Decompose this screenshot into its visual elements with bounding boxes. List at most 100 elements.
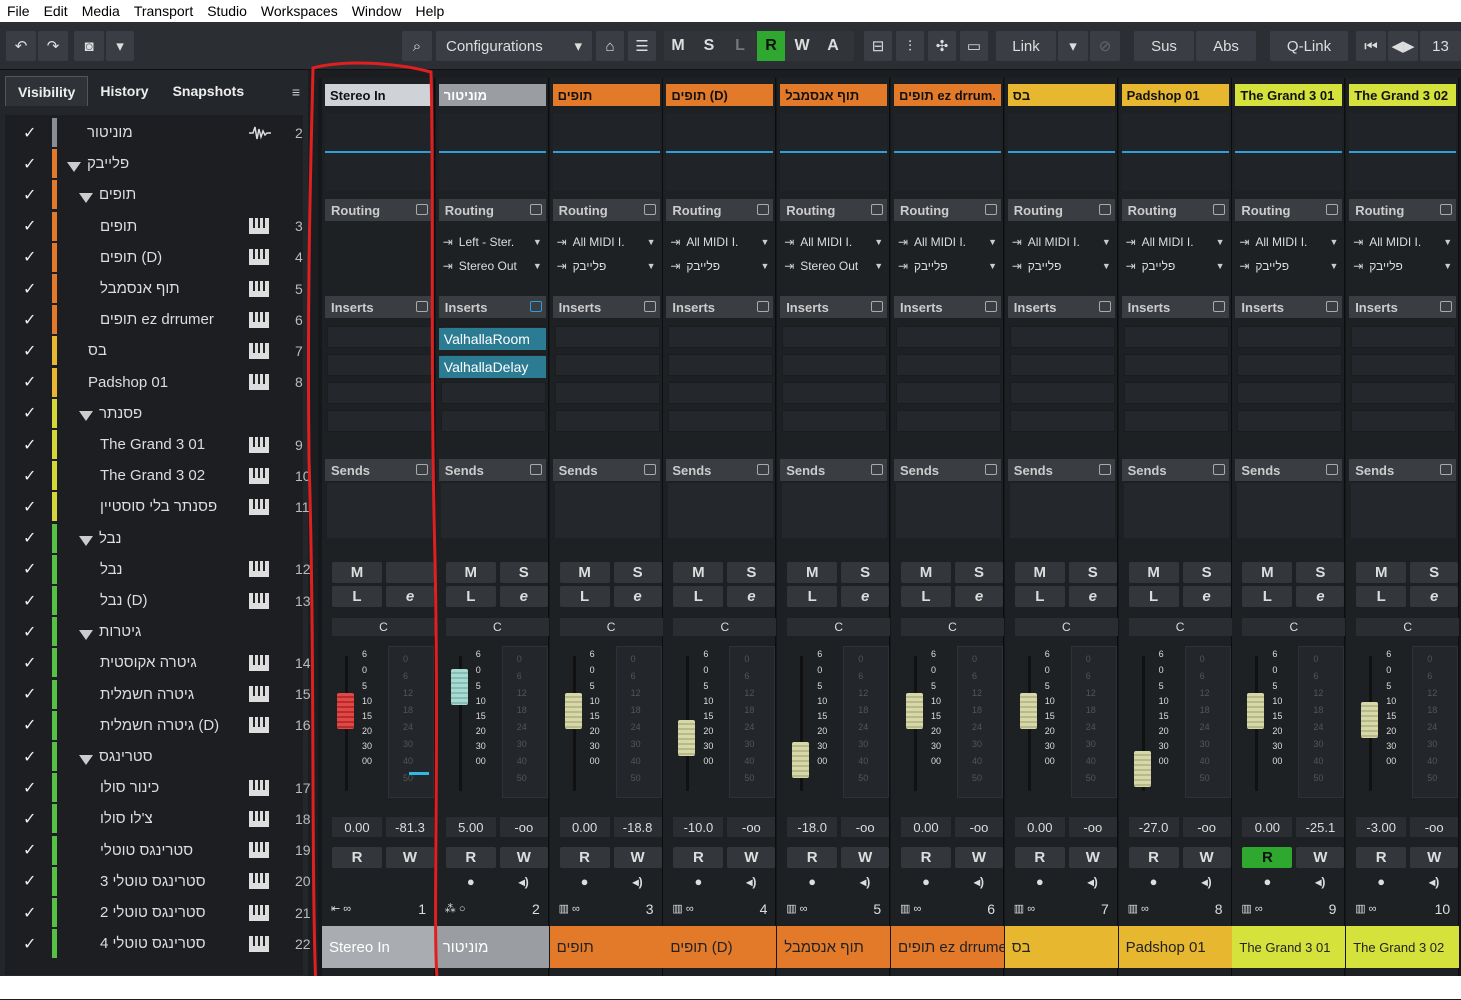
mode-s-button[interactable]: S bbox=[695, 31, 723, 61]
mute-button[interactable]: M bbox=[1014, 562, 1065, 583]
monitor-button[interactable]: ◂) bbox=[1410, 871, 1458, 892]
folder-expand-icon[interactable] bbox=[79, 190, 93, 203]
sends-icon[interactable] bbox=[1326, 464, 1339, 475]
list-item[interactable]: ✓ פסנתר bbox=[5, 398, 303, 429]
solo-button[interactable]: S bbox=[1296, 562, 1345, 583]
output-routing-select[interactable]: פלייבק ▼ bbox=[668, 256, 771, 276]
input-routing-select[interactable]: All MIDI I. ▼ bbox=[1351, 232, 1454, 252]
channel-header[interactable]: תופים (D) bbox=[666, 84, 774, 106]
checkmark-icon[interactable]: ✓ bbox=[23, 466, 39, 486]
inserts-icon[interactable] bbox=[985, 301, 997, 312]
insert-slot[interactable] bbox=[1123, 410, 1229, 432]
home-icon[interactable]: ⌂ bbox=[596, 31, 624, 61]
mute-button[interactable]: M bbox=[673, 562, 724, 583]
meter-peak-value[interactable]: -18.8 bbox=[613, 817, 662, 837]
solo-button[interactable]: S bbox=[955, 562, 1003, 583]
edit-button[interactable]: e bbox=[613, 586, 662, 607]
fader-value[interactable]: -27.0 bbox=[1128, 817, 1179, 837]
volume-fader[interactable]: 6 0 5 10 15 20 30 00 bbox=[1356, 646, 1408, 796]
mute-button[interactable]: M bbox=[787, 562, 838, 583]
edit-button[interactable]: e bbox=[1182, 586, 1231, 607]
write-automation-button[interactable]: W bbox=[727, 847, 776, 868]
mode-l-button[interactable]: L bbox=[726, 31, 754, 61]
read-automation-button[interactable]: R bbox=[445, 847, 496, 868]
channel-name[interactable]: Stereo In bbox=[322, 926, 435, 968]
checkmark-icon[interactable]: ✓ bbox=[23, 154, 39, 174]
sends-header[interactable]: Sends bbox=[438, 459, 546, 481]
routing-header[interactable]: Routing bbox=[1235, 199, 1343, 221]
routing-icon[interactable] bbox=[1440, 204, 1453, 215]
fader-value[interactable]: 0.00 bbox=[1242, 817, 1293, 837]
sends-slots[interactable] bbox=[1351, 483, 1457, 538]
panel-menu-icon[interactable]: ≡ bbox=[292, 84, 300, 100]
list-item[interactable]: ✓ גיטרה חשמלית (D) 16 bbox=[5, 710, 311, 741]
fader-handle[interactable] bbox=[1361, 702, 1379, 739]
record-enable-button[interactable]: ● bbox=[446, 871, 496, 892]
listen-button[interactable]: L bbox=[1356, 586, 1407, 607]
list-item[interactable]: ✓ גיטרה חשמלית 15 bbox=[5, 679, 311, 710]
solo-button[interactable]: S bbox=[499, 562, 548, 583]
insert-slot[interactable] bbox=[668, 354, 774, 376]
insert-slot[interactable] bbox=[896, 354, 1001, 376]
qlink-button[interactable]: Q-Link bbox=[1270, 31, 1348, 61]
sends-icon[interactable] bbox=[529, 464, 542, 475]
read-automation-button[interactable]: R bbox=[1128, 847, 1179, 868]
list-item[interactable]: ✓ Padshop 01 8 bbox=[5, 367, 303, 398]
edit-button[interactable]: e bbox=[386, 586, 434, 607]
inserts-header[interactable]: Inserts bbox=[552, 296, 660, 318]
insert-slot[interactable] bbox=[668, 326, 774, 348]
mode-w-button[interactable]: W bbox=[788, 31, 816, 61]
listen-button[interactable]: L bbox=[559, 586, 610, 607]
solo-button[interactable]: S bbox=[1410, 562, 1459, 583]
insert-slot[interactable] bbox=[327, 410, 432, 432]
volume-fader[interactable]: 6 0 5 10 15 20 30 00 bbox=[901, 646, 953, 796]
menu-item-workspaces[interactable]: Workspaces bbox=[254, 3, 345, 19]
insert-slot[interactable] bbox=[1351, 326, 1457, 348]
insert-slot[interactable] bbox=[1123, 354, 1229, 376]
monitor-button[interactable]: ◂) bbox=[614, 871, 662, 892]
fader-handle[interactable] bbox=[792, 741, 810, 778]
sends-slots[interactable] bbox=[327, 483, 432, 538]
prev-next-icon[interactable]: ◀▶ bbox=[1388, 31, 1418, 61]
inserts-icon[interactable] bbox=[643, 301, 656, 312]
inserts-header[interactable]: Inserts bbox=[1235, 296, 1343, 318]
checkmark-icon[interactable]: ✓ bbox=[23, 216, 39, 236]
edit-button[interactable]: e bbox=[955, 586, 1003, 607]
list-item[interactable]: ✓ תוף אנסמבל 5 bbox=[5, 273, 303, 304]
record-enable-button[interactable]: ● bbox=[1015, 871, 1065, 892]
routing-icon[interactable] bbox=[643, 204, 656, 215]
checkmark-icon[interactable]: ✓ bbox=[23, 185, 39, 205]
record-enable-button[interactable]: ● bbox=[1129, 871, 1179, 892]
insert-slot[interactable] bbox=[554, 354, 660, 376]
read-automation-button[interactable]: R bbox=[787, 847, 838, 868]
edit-button[interactable]: e bbox=[1296, 586, 1345, 607]
volume-fader[interactable]: 6 0 5 10 15 20 30 00 bbox=[560, 646, 612, 796]
mute-button[interactable]: M bbox=[1242, 562, 1293, 583]
input-routing-select[interactable]: Left - Ster. ▼ bbox=[441, 232, 544, 252]
folder-expand-icon[interactable] bbox=[79, 533, 93, 547]
list-icon[interactable]: ☰ bbox=[628, 31, 656, 61]
write-automation-button[interactable]: W bbox=[1182, 847, 1231, 868]
routing-header[interactable]: Routing bbox=[1121, 199, 1229, 221]
insert-slot[interactable] bbox=[327, 354, 432, 376]
sends-icon[interactable] bbox=[757, 464, 770, 475]
write-automation-button[interactable]: W bbox=[613, 847, 662, 868]
monitor-button[interactable]: ◂) bbox=[500, 871, 548, 892]
insert-slot[interactable] bbox=[782, 326, 888, 348]
sends-slots[interactable] bbox=[440, 483, 546, 538]
listen-button[interactable]: L bbox=[332, 586, 382, 607]
inserts-header[interactable]: Inserts bbox=[1349, 296, 1457, 318]
monitor-button[interactable]: ◂) bbox=[727, 871, 775, 892]
mute-button[interactable]: M bbox=[1356, 562, 1407, 583]
abs-button[interactable]: Abs bbox=[1196, 31, 1256, 61]
list-item[interactable]: ✓ בס 7 bbox=[5, 335, 303, 366]
record-enable-button[interactable]: ● bbox=[1356, 871, 1406, 892]
insert-slot[interactable] bbox=[1351, 410, 1457, 432]
inserts-header[interactable]: Inserts bbox=[325, 296, 432, 318]
output-routing-select[interactable]: פלייבק ▼ bbox=[1351, 256, 1454, 276]
routing-icon[interactable] bbox=[529, 204, 542, 215]
listen-button[interactable]: L bbox=[901, 586, 951, 607]
fader-value[interactable]: -3.00 bbox=[1356, 817, 1407, 837]
sends-header[interactable]: Sends bbox=[894, 459, 1001, 481]
read-automation-button[interactable]: R bbox=[332, 847, 382, 868]
